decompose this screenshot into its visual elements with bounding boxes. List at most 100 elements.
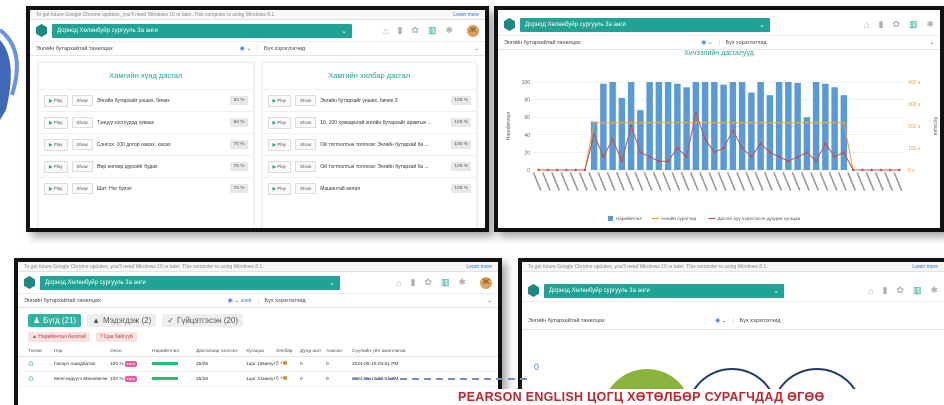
gear-icon[interactable]: ✱ (445, 25, 453, 36)
user-filter[interactable]: Бүх хэрэглэгчид ⌄ (718, 39, 941, 46)
eye-icon[interactable]: ◉ (228, 298, 233, 304)
bookmark-icon[interactable]: ▮ (397, 25, 402, 36)
bookmark-icon[interactable]: ▮ (410, 277, 415, 288)
exercise-title[interactable]: Тэнцүү хэсгүүдэд хуваах (97, 120, 226, 126)
gear-icon[interactable]: ✱ (930, 285, 938, 296)
show-button[interactable]: Show (71, 139, 93, 150)
column-header[interactable]: Хялбар (276, 349, 300, 354)
users-icon[interactable]: ✿ (896, 285, 904, 296)
gear-icon[interactable]: ✱ (926, 19, 934, 30)
topic-filter[interactable]: Энгийн бутархайтай танилцах ◉ ⌄ (498, 39, 719, 47)
show-button[interactable]: Show (295, 161, 317, 172)
play-icon: ▶ (49, 119, 53, 125)
play-icon: ▶ (272, 141, 276, 147)
users-icon[interactable]: ✿ (411, 25, 419, 36)
series-point (657, 160, 661, 163)
home-icon[interactable]: ⌂ (383, 26, 388, 36)
column-header[interactable]: Нэр (54, 349, 110, 354)
column-header[interactable]: Нарийвчлал (152, 349, 196, 354)
table-body: ⊙ Ганзул Ашидбатан 100 % тэгш 25/25 1цаг 18ми… (18, 357, 498, 387)
show-button[interactable]: Show (71, 161, 93, 172)
show-button[interactable]: Show (295, 139, 317, 150)
exercise-title[interactable]: Машинтай аялал (320, 186, 447, 192)
show-button[interactable]: Show (71, 117, 93, 128)
lesson-select[interactable]: Дорнод Хөлөнбуйр сургууль 3а анги ⌄ (52, 23, 352, 38)
chart-icon[interactable]: ▥ (441, 277, 450, 288)
eye-icon[interactable]: ◉ (240, 46, 245, 52)
x-tick-label (551, 172, 560, 191)
eye-icon[interactable]: ◉ (701, 40, 706, 46)
chart-icon[interactable]: ▥ (428, 25, 437, 36)
exercise-title[interactable]: Шат: Ног букэл (97, 186, 226, 192)
tab-warning[interactable]: ▲ Мэдэгдэж (2) (87, 314, 157, 327)
play-label: Play (277, 141, 286, 147)
home-icon[interactable]: ⌂ (868, 286, 873, 296)
column-header[interactable]: Дасгалаар эзэгсэн (196, 349, 246, 354)
show-button[interactable]: Show (295, 183, 317, 194)
series-point (620, 121, 624, 124)
chart-icon[interactable]: ▥ (913, 285, 922, 296)
user-filter[interactable]: Бүх хэрэглэгчид (732, 317, 944, 324)
exercise-title[interactable]: Энгийн бутархайг унших, бичих 3 (320, 98, 447, 104)
bookmark-icon[interactable]: ▮ (882, 285, 887, 296)
column-header[interactable]: Ахисан (326, 349, 352, 354)
play-button[interactable]: ▶ Play (44, 160, 68, 173)
student-name[interactable]: Менгэндүүгэ Мөнхөөгөн (54, 377, 110, 382)
show-button[interactable]: Show (71, 95, 93, 106)
topic-filter[interactable]: Энгийн бутархайтай танилцах ◉ ⌄ (30, 45, 257, 53)
learn-more-link[interactable]: Learn more (453, 12, 479, 18)
eye-icon[interactable]: ◉ (715, 318, 720, 324)
exercise-title[interactable]: 10, 100 хуваарьтай энгийн бутархайг арав… (320, 120, 447, 126)
learn-more-link[interactable]: Learn more (466, 264, 492, 270)
avatar[interactable]: Ж (467, 24, 479, 37)
exercise-title[interactable]: Ой тогтоолтын тоглоом: Энгийн бутархай б… (320, 164, 447, 170)
show-button[interactable]: Show (295, 117, 317, 128)
help-filter[interactable]: ? Цаа байгууй (95, 332, 137, 342)
exercise-title[interactable]: Энгийн бутархайг унших, бичих (97, 98, 226, 104)
y2-tick-label: 200 s (908, 124, 921, 130)
home-icon[interactable]: ⌂ (864, 20, 869, 30)
play-button[interactable]: ▶ Play (267, 138, 291, 151)
play-button[interactable]: ▶ Play (267, 160, 291, 173)
column-header[interactable]: Сүүлийн үйл ажиллагаа (352, 349, 488, 354)
play-button[interactable]: ▶ Play (44, 138, 68, 151)
gear-icon[interactable]: ✱ (458, 277, 466, 288)
topic-filter[interactable]: Энгийн бутархайтай танилцах ◉ ⌄ (522, 317, 733, 325)
bookmark-icon[interactable]: ▮ (878, 19, 883, 30)
user-filter[interactable]: Бүх хэрэглэгчид ⌄ (257, 297, 499, 304)
topic-filter[interactable]: Энгийн бутархайтай танилцах ◉ ⌄ эний (18, 297, 258, 305)
show-button[interactable]: Show (295, 95, 317, 106)
exercise-title[interactable]: Өөр өнгөөр дүрсийг будах (97, 164, 226, 170)
lesson-select[interactable]: Дорнод Хөлөнбуйр сургууль 3а анги ⌄ (520, 17, 770, 32)
play-button[interactable]: ▶ Play (44, 116, 68, 129)
tab-all[interactable]: ♟ Бүгд (21) (28, 314, 82, 327)
play-button[interactable]: ▶ Play (267, 116, 291, 129)
tab-completed[interactable]: ✓ Гүйцэтгэсэн (20) (162, 314, 243, 327)
column-header[interactable]: Хугацаа (246, 349, 276, 354)
play-button[interactable]: ▶ Play (267, 182, 291, 195)
home-icon[interactable]: ⌂ (396, 278, 401, 288)
column-header[interactable]: Төлөв (28, 349, 54, 354)
exercise-title[interactable]: Ой тогтоолтын тоглоом: Энгийн бутархай б… (320, 142, 447, 148)
user-filter[interactable]: Бүх хэрэглэгчид ⌄ (257, 45, 485, 52)
play-button[interactable]: ▶ Play (44, 182, 68, 195)
student-name[interactable]: Ганзул Ашидбатан (54, 362, 110, 367)
low-accuracy-filter[interactable]: ▲ Нарийвчлал багатай (28, 332, 90, 342)
x-tick-label (569, 172, 579, 191)
play-button[interactable]: ▶ Play (44, 94, 68, 107)
exercises-chart: 0 20 40 60 80 100 0 s 100 s 200 s 300 s 400 s Нарий… (505, 80, 938, 221)
avatar[interactable]: Ж (480, 276, 492, 289)
exercise-title[interactable]: Сонсох: 100 дотор нэмэх, хасах (97, 142, 226, 148)
users-icon[interactable]: ✿ (424, 277, 432, 288)
users-icon[interactable]: ✿ (892, 19, 900, 30)
play-button[interactable]: ▶ Play (267, 94, 291, 107)
filter-actions: ▲ Нарийвчлал багатай ? Цаа байгууй (18, 330, 498, 344)
show-button[interactable]: Show (71, 183, 93, 194)
column-header[interactable]: Оноо (110, 349, 152, 354)
lesson-select[interactable]: Дорнод Хөлөнбуйр сургууль 3а анги ⌄ (40, 275, 340, 290)
table-row[interactable]: ⊙ Ганзул Ашидбатан 100 % тэгш 25/25 1цаг 18ми… (18, 357, 498, 372)
chart-icon[interactable]: ▥ (909, 19, 918, 30)
learn-more-link[interactable]: Learn more (912, 264, 938, 270)
column-header[interactable]: Дунд шат (300, 349, 326, 354)
lesson-select[interactable]: Дорнод Хөлөнбуйр сургууль 3а анги ⌄ (544, 283, 784, 298)
